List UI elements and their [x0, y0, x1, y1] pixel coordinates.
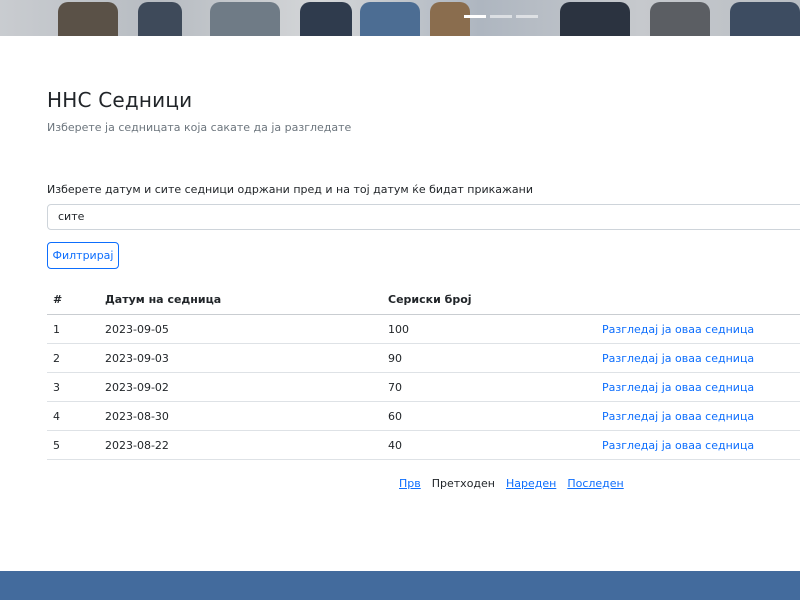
column-header-action [596, 285, 800, 315]
hero-person [138, 2, 182, 36]
hero-person [730, 2, 800, 36]
carousel-indicator-3[interactable] [516, 15, 538, 18]
row-serial: 60 [382, 401, 596, 431]
filter-button[interactable]: Филтрирај [47, 242, 119, 269]
hero-person [650, 2, 710, 36]
view-session-link[interactable]: Разгледај ја оваа седница [602, 439, 754, 452]
row-serial: 100 [382, 314, 596, 344]
column-header-date: Датум на седница [99, 285, 382, 315]
hero-person [210, 2, 280, 36]
row-date: 2023-08-22 [99, 430, 382, 460]
pagination-first-link[interactable]: Прв [399, 477, 421, 490]
row-number: 4 [47, 401, 99, 431]
row-serial: 70 [382, 372, 596, 402]
table-row: 1 2023-09-05 100 Разгледај ја оваа седни… [47, 314, 800, 344]
page-title: ННС Седници [47, 88, 193, 112]
row-date: 2023-08-30 [99, 401, 382, 431]
view-session-link[interactable]: Разгледај ја оваа седница [602, 381, 754, 394]
date-filter-select[interactable]: сите [47, 204, 800, 230]
row-number: 2 [47, 343, 99, 373]
hero-person [430, 2, 470, 36]
row-date: 2023-09-03 [99, 343, 382, 373]
row-date: 2023-09-05 [99, 314, 382, 344]
hero-banner-image [0, 0, 800, 36]
row-number: 5 [47, 430, 99, 460]
row-number: 3 [47, 372, 99, 402]
pagination: Прв Претходен Нареден Последен [399, 477, 624, 490]
row-serial: 90 [382, 343, 596, 373]
view-session-link[interactable]: Разгледај ја оваа седница [602, 323, 754, 336]
view-session-link[interactable]: Разгледај ја оваа седница [602, 352, 754, 365]
table-header-row: # Датум на седница Сериски број [47, 285, 800, 315]
carousel-indicator-1[interactable] [464, 15, 486, 18]
page: ННС Седници Изберете ја седницата која с… [0, 0, 800, 600]
hero-person [560, 2, 630, 36]
column-header-serial: Сериски број [382, 285, 596, 315]
row-serial: 40 [382, 430, 596, 460]
hero-person [300, 2, 352, 36]
table-row: 2 2023-09-03 90 Разгледај ја оваа седниц… [47, 343, 800, 373]
pagination-previous-label: Претходен [431, 477, 495, 490]
sessions-table: # Датум на седница Сериски број 1 2023-0… [47, 285, 800, 460]
pagination-next-link[interactable]: Нареден [506, 477, 556, 490]
table-row: 3 2023-09-02 70 Разгледај ја оваа седниц… [47, 372, 800, 402]
pagination-last-link[interactable]: Последен [567, 477, 623, 490]
column-header-number: # [47, 285, 99, 315]
row-date: 2023-09-02 [99, 372, 382, 402]
row-number: 1 [47, 314, 99, 344]
hero-person [58, 2, 118, 36]
view-session-link[interactable]: Разгледај ја оваа седница [602, 410, 754, 423]
hero-person [360, 2, 420, 36]
table-row: 5 2023-08-22 40 Разгледај ја оваа седниц… [47, 430, 800, 460]
carousel-indicators [464, 15, 538, 18]
page-footer [0, 571, 800, 600]
table-row: 4 2023-08-30 60 Разгледај ја оваа седниц… [47, 401, 800, 431]
filter-label: Изберете датум и сите седници одржани пр… [47, 183, 533, 196]
carousel-indicator-2[interactable] [490, 15, 512, 18]
page-subtitle: Изберете ја седницата која сакате да ја … [47, 121, 352, 134]
